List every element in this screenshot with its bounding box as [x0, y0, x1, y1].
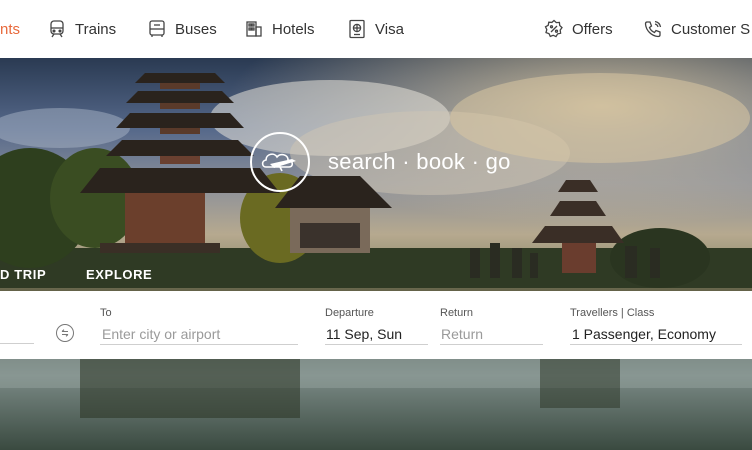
return-label: Return: [440, 307, 474, 319]
travellers-class-value: 1 Passenger, Economy: [572, 326, 716, 342]
to-underline: [100, 344, 298, 345]
train-icon: [47, 19, 67, 39]
tab-explore[interactable]: EXPLORE: [86, 267, 152, 282]
return-placeholder: Return: [441, 326, 484, 342]
nav-item-trains[interactable]: Trains: [47, 0, 116, 58]
departure-underline: [325, 344, 428, 345]
hero-background-image: [0, 58, 752, 450]
return-underline: [440, 344, 543, 345]
nav-item-label: Visa: [375, 20, 404, 38]
nav-item-buses[interactable]: Buses: [147, 0, 217, 58]
hotel-icon: [244, 19, 264, 39]
to-label: To: [100, 307, 112, 319]
passport-icon: [347, 19, 367, 39]
departure-date-value: 11 Sep, Sun: [326, 326, 403, 342]
hero-banner: search · book · go D TRIP EXPLORE: [0, 58, 752, 450]
nav-item-customer-support[interactable]: Customer S: [643, 0, 750, 58]
phone-support-icon: [643, 19, 663, 39]
departure-label: Departure: [325, 307, 374, 319]
nav-item-hotels[interactable]: Hotels: [244, 0, 315, 58]
nav-item-flights[interactable]: nts: [0, 0, 20, 58]
from-field-underline: [0, 343, 34, 344]
hero-tagline: search · book · go: [250, 132, 511, 192]
nav-item-label: Buses: [175, 20, 217, 38]
nav-item-label: Customer S: [671, 20, 751, 38]
nav-item-visa[interactable]: Visa: [347, 0, 404, 58]
swap-icon[interactable]: [56, 324, 74, 342]
travellers-underline: [570, 344, 742, 345]
tab-round-trip[interactable]: D TRIP: [0, 267, 46, 282]
travellers-class-label: Travellers | Class: [570, 307, 655, 319]
nav-item-label: Trains: [75, 20, 117, 38]
travellers-class-field[interactable]: 1 Passenger, Economy: [570, 322, 742, 344]
nav-item-label: Hotels: [272, 20, 315, 38]
bus-icon: [147, 19, 167, 39]
tagline-text: search · book · go: [328, 149, 511, 174]
nav-item-offers[interactable]: Offers: [544, 0, 613, 58]
return-date-field[interactable]: Return: [440, 322, 543, 344]
to-input[interactable]: Enter city or airport: [100, 322, 298, 344]
nav-item-label: Offers: [572, 20, 613, 38]
to-placeholder: Enter city or airport: [102, 326, 221, 342]
airplane-cloud-logo-icon: [250, 132, 310, 192]
departure-date-field[interactable]: 11 Sep, Sun: [325, 322, 428, 344]
top-nav: nts Trains Buses Hotels Visa Offers Cust…: [0, 0, 752, 59]
offer-tag-icon: [544, 19, 564, 39]
nav-item-label: nts: [0, 20, 21, 38]
